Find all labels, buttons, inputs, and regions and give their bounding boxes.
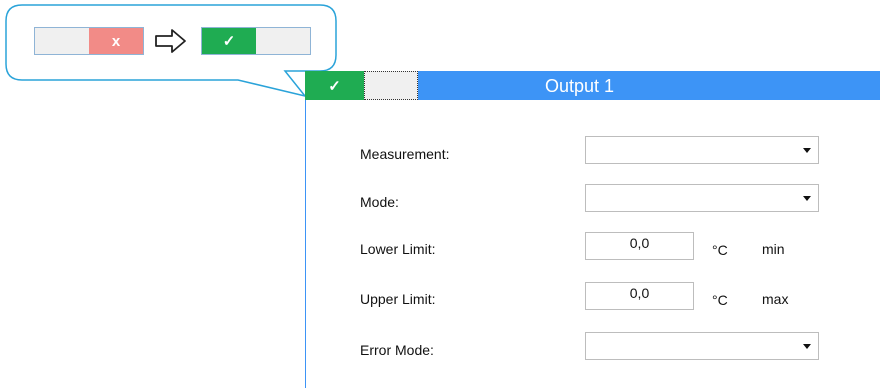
measurement-select[interactable] <box>585 136 819 164</box>
mode-label: Mode: <box>360 194 399 210</box>
upper-limit-input[interactable]: 0,0 <box>585 282 694 310</box>
mode-select[interactable] <box>585 184 819 212</box>
toggle-empty-half[interactable] <box>364 71 418 100</box>
lower-limit-label: Lower Limit: <box>360 241 436 257</box>
toggle-off-half: x <box>89 28 143 54</box>
dropdown-arrow-icon[interactable] <box>803 196 811 201</box>
toggle-on-half: ✓ <box>202 28 256 54</box>
panel-title: Output 1 <box>545 76 615 96</box>
dropdown-arrow-icon[interactable] <box>803 148 811 153</box>
error-mode-label: Error Mode: <box>360 342 434 358</box>
measurement-label: Measurement: <box>360 146 450 162</box>
error-mode-select[interactable] <box>585 332 819 360</box>
x-icon: x <box>111 32 121 50</box>
checkmark-icon: ✓ <box>222 33 236 50</box>
toggle-empty-half <box>256 28 310 54</box>
dropdown-arrow-icon[interactable] <box>803 344 811 349</box>
toggle-example-on: ✓ <box>201 27 311 55</box>
toggle-on-half[interactable]: ✓ <box>305 71 364 100</box>
panel-left-border <box>305 100 306 388</box>
toggle-empty-half <box>35 28 89 54</box>
toggle-example-off: x <box>34 27 144 55</box>
upper-limit-qualifier: max <box>762 291 789 307</box>
checkmark-icon: ✓ <box>328 77 341 95</box>
output-enable-toggle[interactable]: ✓ <box>305 71 418 100</box>
upper-limit-label: Upper Limit: <box>360 291 436 307</box>
right-arrow-icon <box>155 29 186 53</box>
upper-limit-unit: °C <box>712 292 728 308</box>
lower-limit-input[interactable]: 0,0 <box>585 232 694 260</box>
screen: x ✓ ✓ Output 1 Measurement: Mode: Lower … <box>0 0 880 388</box>
lower-limit-unit: °C <box>712 242 728 258</box>
lower-limit-qualifier: min <box>762 241 785 257</box>
